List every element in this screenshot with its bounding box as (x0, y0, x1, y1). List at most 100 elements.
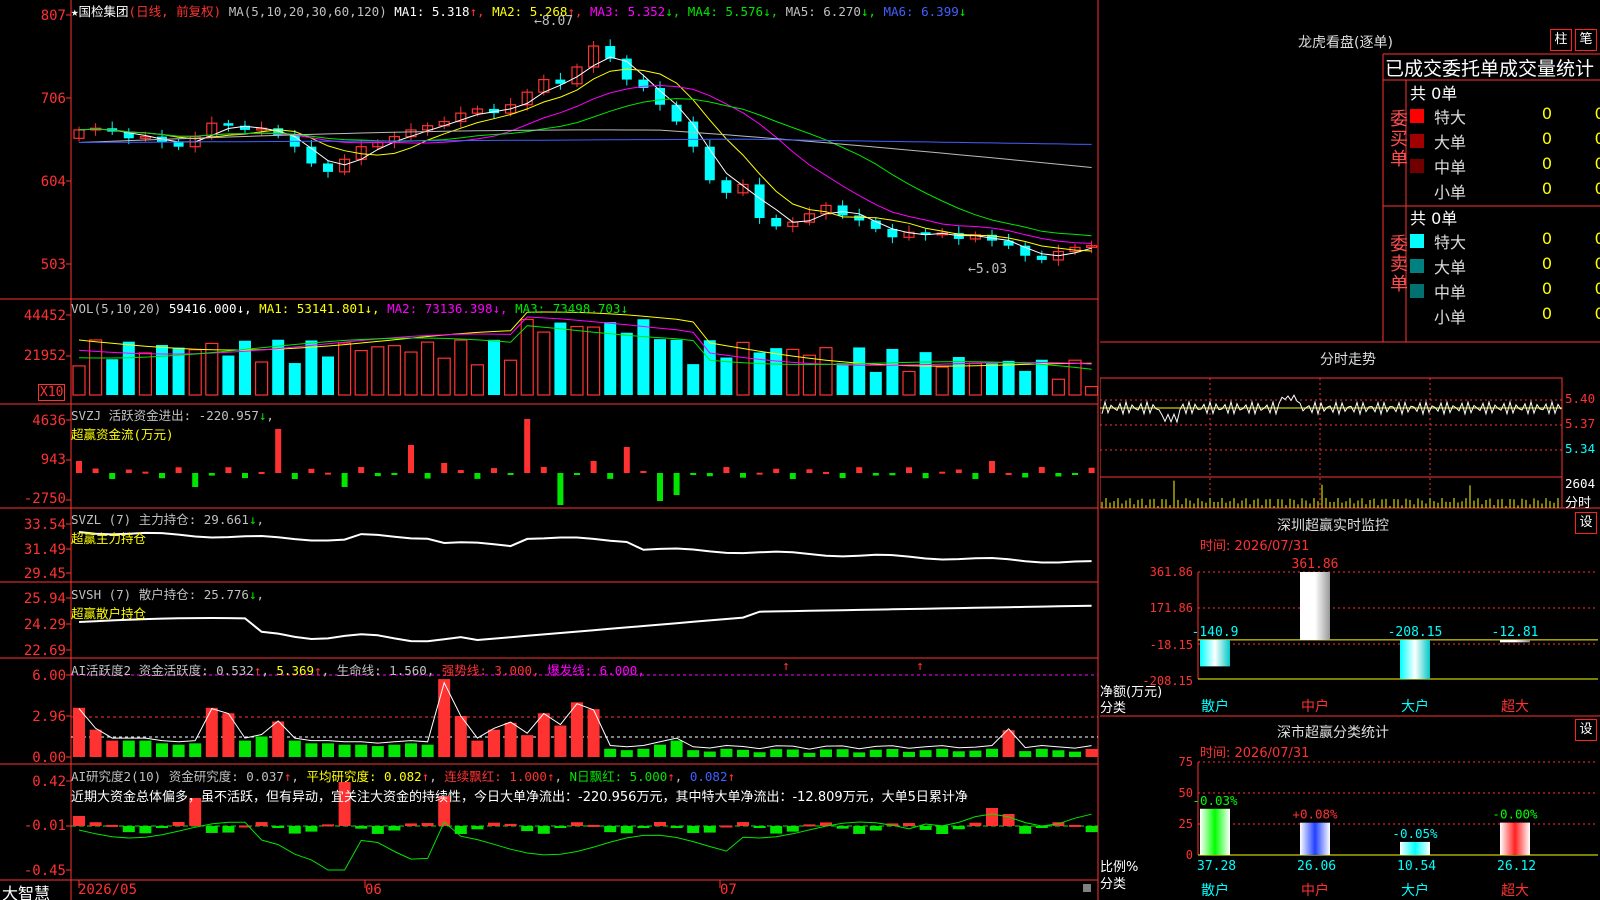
ma-legend-arrow: ↓ (958, 4, 967, 19)
candle-down (771, 217, 782, 227)
sz-monitor-bar-label: -208.15 (1388, 625, 1443, 640)
sz-monitor-y-tick: -18.15 (1149, 638, 1193, 652)
order-type-label: 小单 (1434, 183, 1467, 202)
candle-down (671, 104, 682, 122)
svzj-bar (623, 447, 630, 473)
volume-bar (853, 347, 866, 395)
svzj-bar (657, 473, 663, 501)
sz-monitor-settings-button[interactable]: 设 (1575, 512, 1597, 534)
order-stat-row: 特大 0 0% (1410, 104, 1600, 128)
svzj-bar (125, 469, 132, 473)
ai-active-bar (637, 748, 650, 757)
svzj-bar (540, 467, 547, 473)
order-type-label: 特大 (1434, 108, 1467, 127)
ai-research-comment: 近期大资金总体偏多，虽不活跃，但有异动，宜关注大资金的持续性，今日大单净流出：-… (71, 790, 968, 805)
svzl-y-tick: 29.45 (23, 566, 66, 582)
volume-bar (952, 357, 965, 395)
candle-down (854, 215, 865, 221)
main-chart-area[interactable]: ↑ ↑ ★国检集团(日线, 前复权) MA(5,10,20,30,60,120) … (0, 0, 1100, 900)
sz-class-settings-button[interactable]: 设 (1575, 719, 1597, 741)
volume-bar (156, 345, 168, 395)
ai-active-bar (288, 740, 301, 757)
ai-research-bar (836, 826, 849, 829)
volume-bar (968, 362, 983, 396)
ai-active-bar (604, 748, 617, 757)
svzj-bar (308, 468, 315, 473)
svzj-bar (839, 473, 846, 479)
ai-research-bar (288, 826, 301, 834)
volume-unit-badge: X10 (38, 384, 66, 401)
volume-bar (819, 347, 833, 396)
ai-active-bar (952, 751, 965, 757)
ma6-line (78, 138, 1092, 145)
order-count: 0 (1541, 304, 1552, 323)
right-panel: -140.9 散户 361.86 中户 -208.15 大户 -12.81 超大 -0.03% 3… (1100, 0, 1600, 900)
svzj-bar (92, 468, 99, 473)
volume-bar (205, 342, 219, 396)
volume-bar (322, 356, 334, 395)
ai-research-bar (371, 826, 384, 834)
star-icon[interactable]: ★ (71, 4, 79, 19)
ai-research-bar (637, 826, 650, 828)
ai-research-panel-title: AI研究度2(10) 资金研究度: 0.037↑, 平均研究度: 0.082↑,… (71, 769, 736, 784)
ai-active-bar (554, 725, 567, 757)
ai-research-bar (388, 826, 401, 831)
ai-active-bar (205, 707, 218, 757)
ai-active-bar (537, 713, 550, 757)
volume-bar (437, 357, 451, 396)
sell-orders-label: 委卖单 (1390, 234, 1408, 295)
svzj-bar (590, 461, 597, 473)
ai-active-bar (753, 752, 766, 757)
sz-class-value-label: 10.54 (1397, 859, 1436, 874)
ai-research-bar (571, 822, 583, 826)
ai-active-bar (239, 740, 251, 757)
bar-mode-button[interactable]: 柱 (1550, 29, 1572, 51)
svzj-bar (374, 473, 381, 477)
order-stat-row: 中单 0 0% (1410, 279, 1600, 303)
ai-active-bar (1019, 751, 1032, 757)
volume-bar (387, 345, 401, 396)
sz-monitor-category: 超大 (1501, 699, 1529, 715)
ai-research-bar (122, 826, 135, 833)
ai-active-bar (189, 743, 202, 757)
ma4-line (78, 98, 1092, 237)
svzj-bar (806, 469, 813, 473)
order-count: 0 (1541, 279, 1552, 298)
ai-active-y-tick: 0.00 (32, 750, 66, 766)
sz-class-value-label: 26.12 (1497, 859, 1536, 874)
sz-monitor-bar (1500, 639, 1530, 643)
ai-active-bar (1085, 748, 1098, 757)
ai-research-bar (737, 822, 749, 826)
svzj-bar (391, 473, 398, 475)
volume-bar (1051, 378, 1066, 396)
svzj-bar (723, 467, 730, 473)
sz-class-y-tick: 50 (1178, 786, 1193, 800)
ai-research-bar (521, 826, 534, 832)
volume-y-tick: 44452 (23, 308, 66, 324)
sz-class-y-tick: 25 (1178, 817, 1193, 831)
svzj-bar (424, 473, 431, 479)
order-percent: 0% (1594, 254, 1600, 273)
svzj-bar (491, 468, 497, 473)
svzj-bar (856, 467, 863, 473)
sz-monitor-y-tick: 361.86 (1149, 565, 1193, 579)
svzj-bar (291, 473, 298, 479)
order-percent: 0% (1594, 129, 1600, 148)
main-chart-svg[interactable]: ↑ ↑ (0, 0, 1100, 900)
svzj-panel-title: SVZJ 活跃资金进出: -220.957↓, 超赢资金流(万元) (71, 408, 274, 442)
lock-icon[interactable] (1083, 884, 1091, 892)
volume-bar (371, 346, 385, 396)
sz-monitor-y-tick: 171.86 (1149, 601, 1193, 615)
ai-active-bar (969, 750, 982, 757)
order-mode-button[interactable]: 笔 (1575, 29, 1597, 51)
svzj-bar (823, 471, 829, 474)
volume-bar (670, 339, 683, 395)
order-percent: 0% (1594, 279, 1600, 298)
sz-class-bar (1300, 822, 1330, 855)
sz-monitor-x-label: 分类 (1100, 701, 1127, 716)
svzj-bar (939, 471, 946, 474)
ma-legend-arrow: ↓, (763, 4, 786, 19)
ai-active-bar (371, 746, 384, 757)
period-label[interactable]: (日线, 前复权) (129, 4, 222, 19)
ma1-line (78, 56, 1092, 257)
